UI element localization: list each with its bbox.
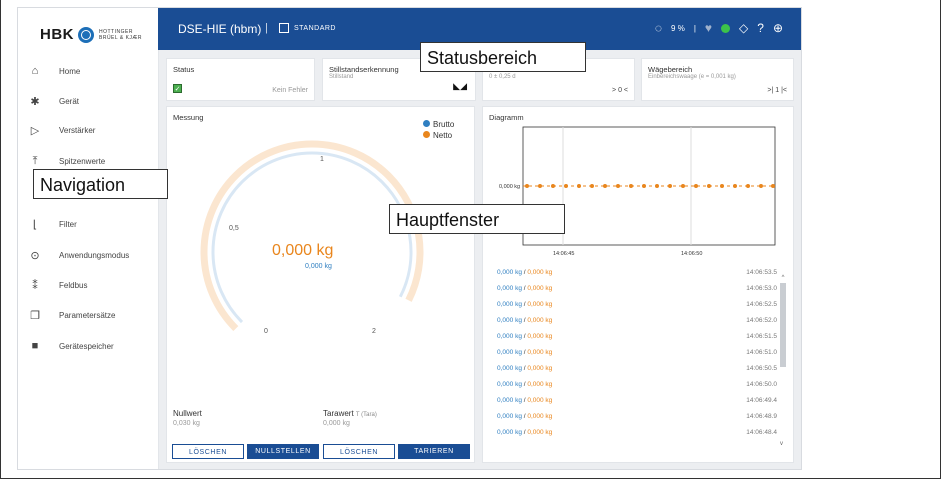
nullwert-label: Nullwert (173, 409, 202, 418)
globe-logo-icon (78, 26, 94, 43)
scroll-down-icon[interactable]: v (780, 441, 783, 447)
nullwert-loeschen-button[interactable]: LÖSCHEN (172, 444, 244, 459)
heart-icon: ♥ (704, 21, 713, 35)
log-row: 0,000 kg / 0,000 kg 14:06:53.5 (497, 269, 777, 276)
log-row: 0,000 kg / 0,000 kg 14:06:50.0 (497, 381, 777, 388)
nullstellen-button[interactable]: NULLSTELLEN (247, 444, 319, 459)
gauge: 1 0,5 0 2 (200, 140, 424, 364)
range-title: Wägebereich (648, 65, 693, 74)
measure-sub-value: 0,000 kg (305, 263, 332, 270)
app-window: HBK HOTTINGER BRÜEL & KJÆR ⌂ Home ✱ Gerä… (17, 7, 802, 470)
sidebar-item-label: Gerätespeicher (59, 341, 114, 351)
still-bowtie-icon: ◣◢ (453, 81, 467, 91)
nullwert-value: 0,030 kg (173, 420, 200, 427)
peak-icon: ⤒ (32, 154, 38, 167)
callout-navigation: Navigation (33, 169, 168, 199)
fieldbus-icon: ⁑ (32, 279, 38, 292)
tara-hint: T (Tara) (355, 412, 377, 418)
folder-icon: ■ (31, 340, 39, 352)
checkbox-icon: ✓ (173, 84, 182, 93)
diagram-plot: 0,000 kg 14:06:45 14:06:50 (499, 126, 776, 257)
target-icon[interactable]: ◇ (739, 21, 748, 35)
measure-main-value: 0,000 kg (272, 242, 334, 259)
diagram-xtick-1: 14:06:50 (681, 251, 702, 257)
sidebar-item-label: Home (59, 66, 81, 76)
sidebar-item-geraet[interactable]: ✱ Gerät (18, 87, 158, 115)
sidebar-item-anwendungsmodus[interactable]: ⊙ Anwendungsmodus (18, 241, 158, 269)
callout-statusbereich: Statusbereich (420, 42, 586, 72)
mode-label: STANDARD (294, 25, 336, 32)
device-title: DSE-HIE (hbm) (178, 22, 262, 36)
sidebar-item-filter[interactable]: ⌊ Filter (18, 210, 158, 238)
status-value: Kein Fehler (272, 87, 308, 94)
log-row: 0,000 kg / 0,000 kg 14:06:51.5 (497, 333, 777, 340)
gear-icon: ✱ (30, 95, 40, 108)
logo-sub2: BRÜEL & KJÆR (99, 34, 143, 41)
scrollbar-thumb[interactable] (780, 283, 786, 367)
tara-loeschen-button[interactable]: LÖSCHEN (323, 444, 395, 459)
range-card: Wägebereich Einbereichswaage (e = 0,001 … (641, 58, 794, 101)
log-row: 0,000 kg / 0,000 kg 14:06:51.0 (497, 349, 777, 356)
home-icon: ⌂ (31, 65, 39, 77)
diagram-ylabel: 0,000 kg (499, 184, 520, 190)
sidebar-item-feldbus[interactable]: ⁑ Feldbus (18, 271, 158, 299)
still-sub: Stillstand (329, 74, 354, 80)
sidebar-item-label: Gerät (59, 96, 80, 106)
help-icon[interactable]: ? (757, 21, 764, 35)
diagram-panel: Diagramm 0,000 kg 14:06:45 14:06:50 0,00… (482, 106, 794, 463)
callout-hauptfenster: Hauptfenster (389, 204, 565, 234)
hbk-logo: HBK HOTTINGER BRÜEL & KJÆR (40, 26, 142, 43)
range-value: >| 1 |< (767, 87, 787, 94)
zero-sub: 0 ± 0,25 d (489, 74, 516, 80)
sidebar-item-parametersaetze[interactable]: ❐ Parametersätze (18, 301, 158, 329)
range-sub: Einbereichswaage (e = 0,001 kg) (648, 74, 736, 80)
tarawert-value: 0,000 kg (323, 420, 350, 427)
mode-doc-icon (279, 23, 289, 33)
log-row: 0,000 kg / 0,000 kg 14:06:52.0 (497, 317, 777, 324)
amplifier-icon: ▷ (30, 124, 40, 137)
still-title: Stillstandserkennung (329, 65, 399, 74)
status-card: Status ✓ Kein Fehler (166, 58, 315, 101)
log-list[interactable]: 0,000 kg / 0,000 kg 14:06:53.5 0,000 kg /… (483, 269, 795, 454)
sidebar-item-geraetespeicher[interactable]: ■ Gerätespeicher (18, 332, 158, 360)
log-row: 0,000 kg / 0,000 kg 14:06:49.4 (497, 397, 777, 404)
log-row: 0,000 kg / 0,000 kg 14:06:50.5 (497, 365, 777, 372)
log-scrollbar[interactable]: ^ v (780, 275, 786, 447)
sidebar-item-home[interactable]: ⌂ Home (18, 57, 158, 85)
gauge-tick-1: 1 (320, 156, 324, 163)
sidebar-item-label: Spitzenwerte (59, 156, 106, 166)
log-row: 0,000 kg / 0,000 kg 14:06:48.4 (497, 429, 777, 436)
sidebar-item-label: Parametersätze (59, 310, 116, 320)
sidebar-item-label: Verstärker (59, 125, 96, 135)
tarawert-label: Tarawert (323, 409, 354, 418)
sidebar-item-verstaerker[interactable]: ▷ Verstärker (18, 116, 158, 144)
gauge-tick-2: 2 (372, 328, 376, 335)
title-separator: | (265, 22, 268, 34)
log-row: 0,000 kg / 0,000 kg 14:06:52.5 (497, 301, 777, 308)
load-percent: 9 % (671, 23, 685, 33)
diagram-xtick-0: 14:06:45 (553, 251, 574, 257)
status-title: Status (173, 65, 195, 74)
zero-value: > 0 < (612, 87, 628, 94)
measure-panel: Messung Brutto Netto 1 0,5 0 2 0,000 kg … (166, 106, 475, 463)
logo-brand: HBK (40, 26, 74, 43)
sidebar-item-label: Feldbus (59, 280, 88, 290)
mode-icon: ⊙ (30, 249, 40, 262)
scroll-up-icon[interactable]: ^ (780, 275, 786, 281)
gauge-tick-0: 0 (264, 328, 268, 335)
gauge-tick-05: 0,5 (229, 225, 239, 232)
status-separator: | (693, 23, 696, 33)
load-ring-icon: ◌ (654, 21, 663, 35)
sidebar-item-label: Filter (59, 219, 77, 229)
log-row: 0,000 kg / 0,000 kg 14:06:53.0 (497, 285, 777, 292)
filter-icon: ⌊ (32, 218, 38, 231)
status-ok-icon (721, 23, 731, 33)
sidebar: HBK HOTTINGER BRÜEL & KJÆR ⌂ Home ✱ Gerä… (18, 8, 159, 469)
parameter-sets-icon: ❐ (30, 309, 40, 322)
sidebar-item-label: Anwendungsmodus (59, 250, 130, 260)
log-row: 0,000 kg / 0,000 kg 14:06:48.9 (497, 413, 777, 420)
language-globe-icon[interactable]: ⊕ (773, 21, 783, 35)
tarieren-button[interactable]: TARIEREN (398, 444, 470, 459)
